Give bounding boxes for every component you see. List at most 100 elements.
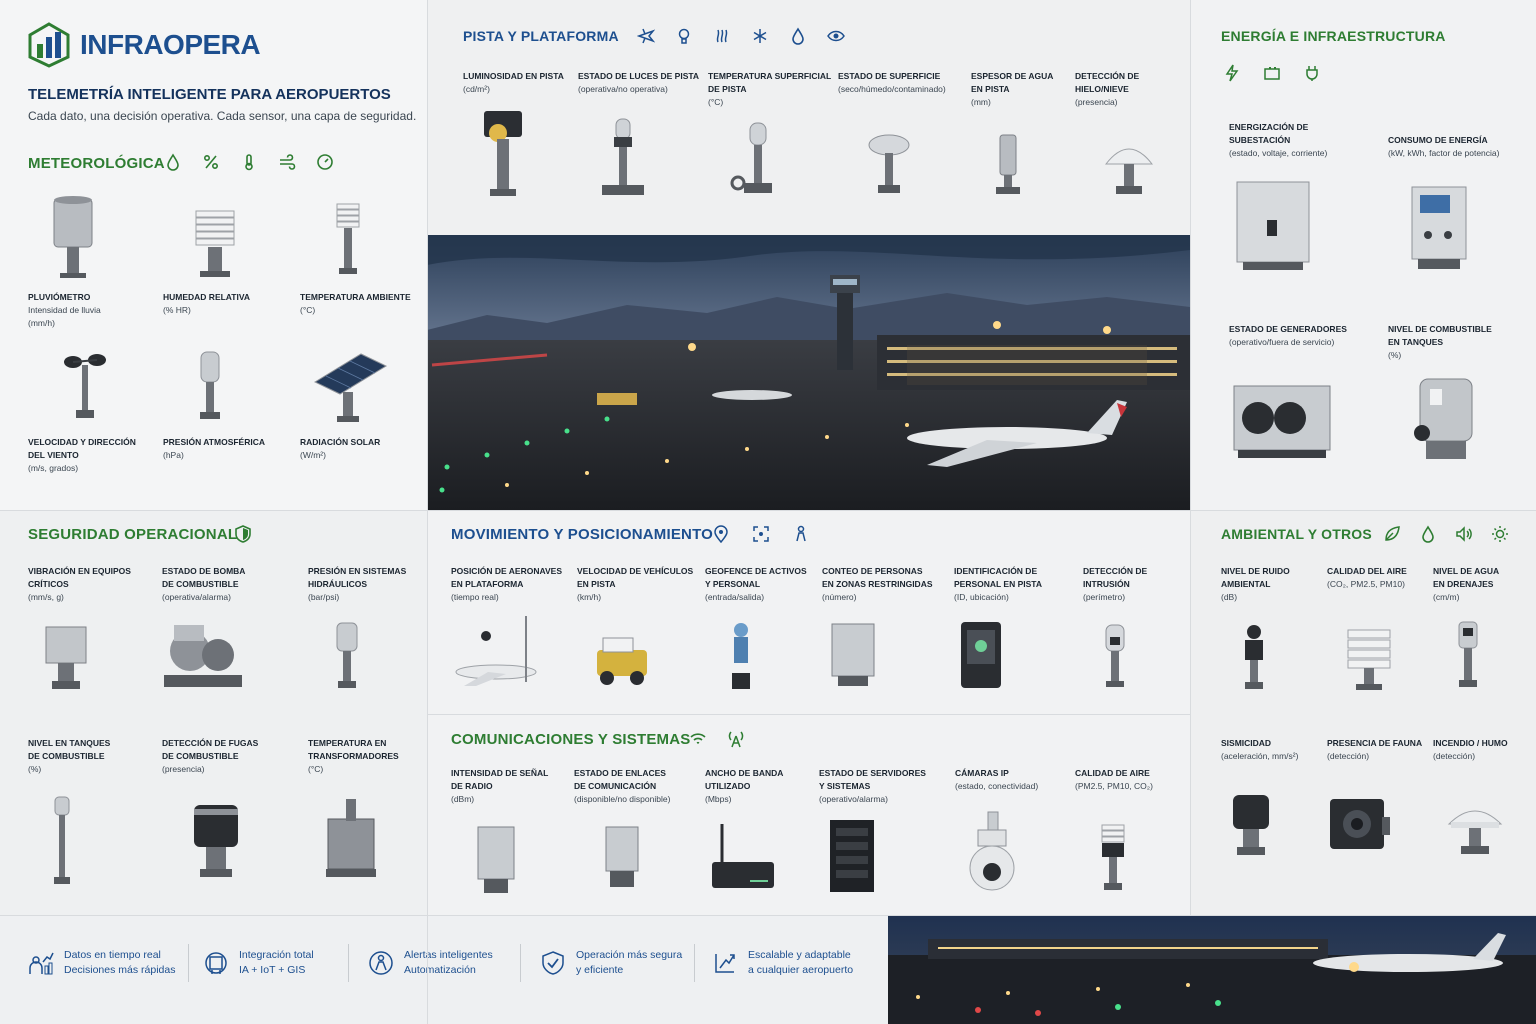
person-icon (796, 525, 806, 542)
wildlife-camera-device (1330, 799, 1390, 849)
wind-icon (280, 154, 296, 170)
shield-check-icon (542, 951, 564, 975)
ambiental-item-0: NIVEL DE RUIDO AMBIENTAL (dB) (1221, 566, 1290, 602)
airport-night-photo (427, 235, 1190, 510)
thermometer-icon (245, 154, 253, 171)
leaf-icon (1385, 526, 1400, 541)
fuel-pump-device (164, 625, 242, 687)
seguridad-item-3: NIVEL EN TANQUES DE COMBUSTIBLE (%) (28, 738, 111, 774)
benefit-1: Integración total IA + IoT + GIS (203, 948, 314, 978)
pista-item-0: LUMINOSIDAD EN PISTA (cd/m²) (463, 71, 564, 94)
movimiento-item-0: POSICIÓN DE AERONAVES EN PLATAFORMA (tiemp… (451, 566, 562, 602)
energia-item-1: CONSUMO DE ENERGÍA (kW, kWh, factor de po… (1388, 135, 1500, 158)
drain-drop-icon (1422, 525, 1434, 543)
heat-icon (716, 29, 728, 43)
ambiental-icons (1383, 525, 1509, 543)
row-divider (427, 714, 1190, 715)
pista-item-4: ESPESOR DE AGUA EN PISTA (mm) (971, 71, 1054, 107)
snowflake-icon (753, 29, 767, 43)
benefit-4: Escalable y adaptable a cualquier aeropue… (712, 948, 853, 978)
humidity-sensor-device (195, 210, 235, 277)
water-drop-icon (792, 27, 804, 45)
ip-camera-device (969, 811, 1015, 891)
benefit-divider (520, 944, 521, 982)
transformer-device (326, 799, 376, 877)
target-icon (753, 526, 769, 542)
gauge-icon (317, 154, 333, 170)
ambiental-item-1: CALIDAD DEL AIRE (CO₂, PM2.5, PM10) (1327, 566, 1407, 589)
link-status-device (605, 826, 639, 887)
energia-item-0: ENERGIZACIÓN DE SUBESTACIÓN (estado, volta… (1229, 122, 1328, 158)
rain-gauge-device (53, 196, 93, 278)
luminance-meter-device (484, 111, 522, 196)
leak-detector-device (194, 805, 238, 877)
comunicaciones-item-5: CALIDAD DE AIRE (PM2.5, PM10, CO₂) (1075, 768, 1153, 791)
energy-meter-device (1411, 186, 1467, 269)
movimiento-icons (712, 525, 810, 543)
shield-icon (235, 525, 251, 543)
benefit-3: Operación más segura y eficiente (540, 948, 682, 978)
noise-sensor-device (1245, 625, 1263, 689)
plane-icon (637, 28, 655, 44)
benefit-line2: Automatización (404, 964, 476, 976)
eye-icon (827, 30, 845, 42)
percent-icon (203, 154, 219, 170)
movimiento-item-2: GEOFENCE DE ACTIVOS Y PERSONAL (entrada/sa… (705, 566, 807, 602)
badge-reader-device (961, 622, 1001, 688)
surface-temp-device (730, 122, 772, 193)
air-quality-device (1101, 824, 1125, 890)
antenna-icon (728, 731, 744, 748)
tank-level-probe-device (54, 796, 70, 884)
seguridad-item-1: ESTADO DE BOMBA DE COMBUSTIBLE (operativa/… (162, 566, 246, 602)
integration-icon (205, 952, 227, 974)
benefit-divider (694, 944, 695, 982)
seguridad-item-5: TEMPERATURA EN TRANSFORMADORES (°C) (308, 738, 399, 774)
aircraft-position-device (455, 616, 537, 686)
runway-night-photo (888, 915, 1536, 1024)
meteo-icons (164, 153, 334, 171)
surface-state-device (868, 134, 910, 193)
seguridad-item-4: DETECCIÓN DE FUGAS DE COMBUSTIBLE (presenc… (162, 738, 259, 774)
comunicaciones-item-1: ESTADO DE ENLACES DE COMUNICACIÓN (disponi… (574, 768, 671, 804)
pista-title: PISTA Y PLATAFORMA (463, 28, 619, 44)
seismic-sensor-device (1233, 795, 1269, 855)
benefit-line1: Datos en tiempo real (64, 949, 161, 961)
benefit-line2: IA + IoT + GIS (239, 964, 306, 976)
benefit-divider (348, 944, 349, 982)
bandwidth-router-device (712, 824, 774, 888)
alert-person-icon (369, 951, 393, 975)
intrusion-detector-device (1105, 624, 1125, 687)
wifi-icon (690, 733, 706, 744)
comunicaciones-item-4: CÁMARAS IP (estado, conectividad) (955, 768, 1039, 791)
benefit-line2: Decisiones más rápidas (64, 964, 176, 976)
movimiento-title: MOVIMIENTO Y POSICIONAMIENTO (451, 526, 714, 543)
drain-level-device (1458, 621, 1478, 687)
substation-cabinet-device (1236, 181, 1310, 270)
pista-icons (637, 27, 845, 45)
personnel-geofence-device (732, 623, 750, 689)
smoke-detector-device (1447, 810, 1503, 854)
fuel-tank-sensor-device (1414, 378, 1473, 459)
benefit-line2: y eficiente (576, 964, 624, 976)
ambiental-item-3: SISMICIDAD (aceleración, mm/s²) (1221, 738, 1299, 761)
column-divider (427, 0, 428, 1024)
comunicaciones-item-3: ESTADO DE SERVIDORES Y SISTEMAS (operativo… (819, 768, 926, 804)
benefit-2: Alertas inteligentes Automatización (368, 948, 493, 978)
column-divider (1190, 0, 1191, 915)
pista-item-3: ESTADO DE SUPERFICIE (seco/húmedo/contami… (838, 71, 946, 94)
movimiento-item-5: DETECCIÓN DE INTRUSIÓN (perímetro) (1083, 566, 1148, 602)
vibration-sensor-device (45, 626, 87, 689)
droplet-icon (167, 153, 179, 171)
benefit-line2: a cualquier aeropuerto (748, 964, 854, 976)
generator-device (1233, 385, 1331, 458)
energia-item-2: ESTADO DE GENERADORES (operativo/fuera de… (1229, 324, 1347, 347)
location-icon (714, 525, 728, 543)
meteo-title: METEOROLÓGICA (28, 155, 165, 172)
solar-panel-device (313, 353, 388, 422)
benefit-divider (188, 944, 189, 982)
hydraulic-pressure-device (336, 622, 358, 688)
server-rack-device (830, 820, 874, 892)
meteo-item-solar: RADIACIÓN SOLAR (W/m²) (300, 437, 381, 460)
meteo-item-wind: VELOCIDAD Y DIRECCIÓN DEL VIENTO (m/s, g… (28, 437, 136, 473)
pista-item-1: ESTADO DE LUCES DE PISTA (operativa/no op… (578, 71, 700, 94)
